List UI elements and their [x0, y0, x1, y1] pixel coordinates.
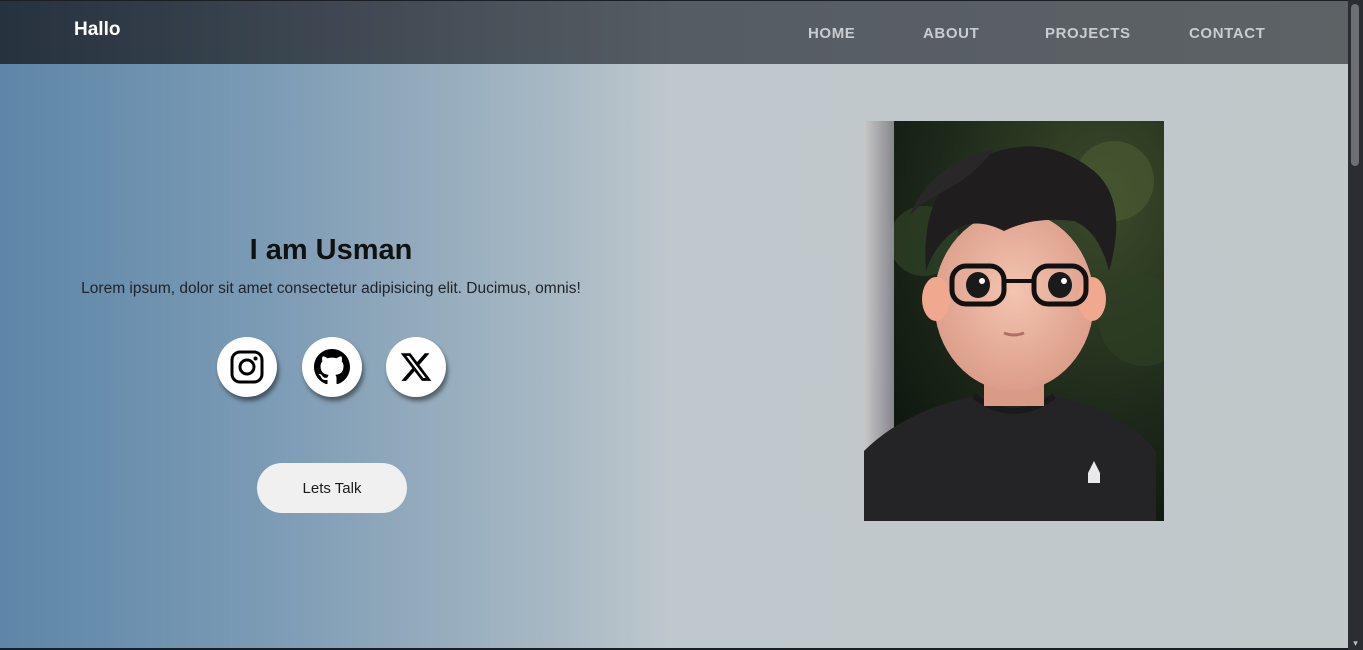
instagram-icon — [230, 350, 264, 384]
lets-talk-button[interactable]: Lets Talk — [257, 463, 407, 513]
nav-link-contact[interactable]: CONTACT — [1189, 25, 1265, 42]
vertical-scrollbar[interactable]: ▾ — [1348, 0, 1363, 650]
hero-description: Lorem ipsum, dolor sit amet consectetur … — [81, 280, 581, 297]
x-icon — [400, 353, 432, 381]
nav-link-about[interactable]: ABOUT — [923, 25, 979, 42]
hero-title: I am Usman — [249, 234, 413, 266]
github-icon — [314, 349, 350, 385]
profile-portrait — [864, 121, 1164, 521]
scroll-down-icon[interactable]: ▾ — [1351, 639, 1360, 648]
github-button[interactable] — [302, 337, 362, 397]
nav-link-projects[interactable]: PROJECTS — [1045, 25, 1131, 42]
nav-link-home[interactable]: HOME — [808, 25, 855, 42]
scrollbar-thumb[interactable] — [1351, 4, 1359, 166]
browser-viewport: Hallo HOME ABOUT PROJECTS CONTACT I am U… — [0, 0, 1363, 650]
page: Hallo HOME ABOUT PROJECTS CONTACT I am U… — [0, 0, 1348, 648]
instagram-button[interactable] — [217, 337, 277, 397]
navbar: Hallo HOME ABOUT PROJECTS CONTACT — [0, 0, 1348, 64]
hero-intro: I am Usman Lorem ipsum, dolor sit amet c… — [40, 230, 622, 300]
brand-logo[interactable]: Hallo — [74, 19, 120, 41]
x-twitter-button[interactable] — [386, 337, 446, 397]
